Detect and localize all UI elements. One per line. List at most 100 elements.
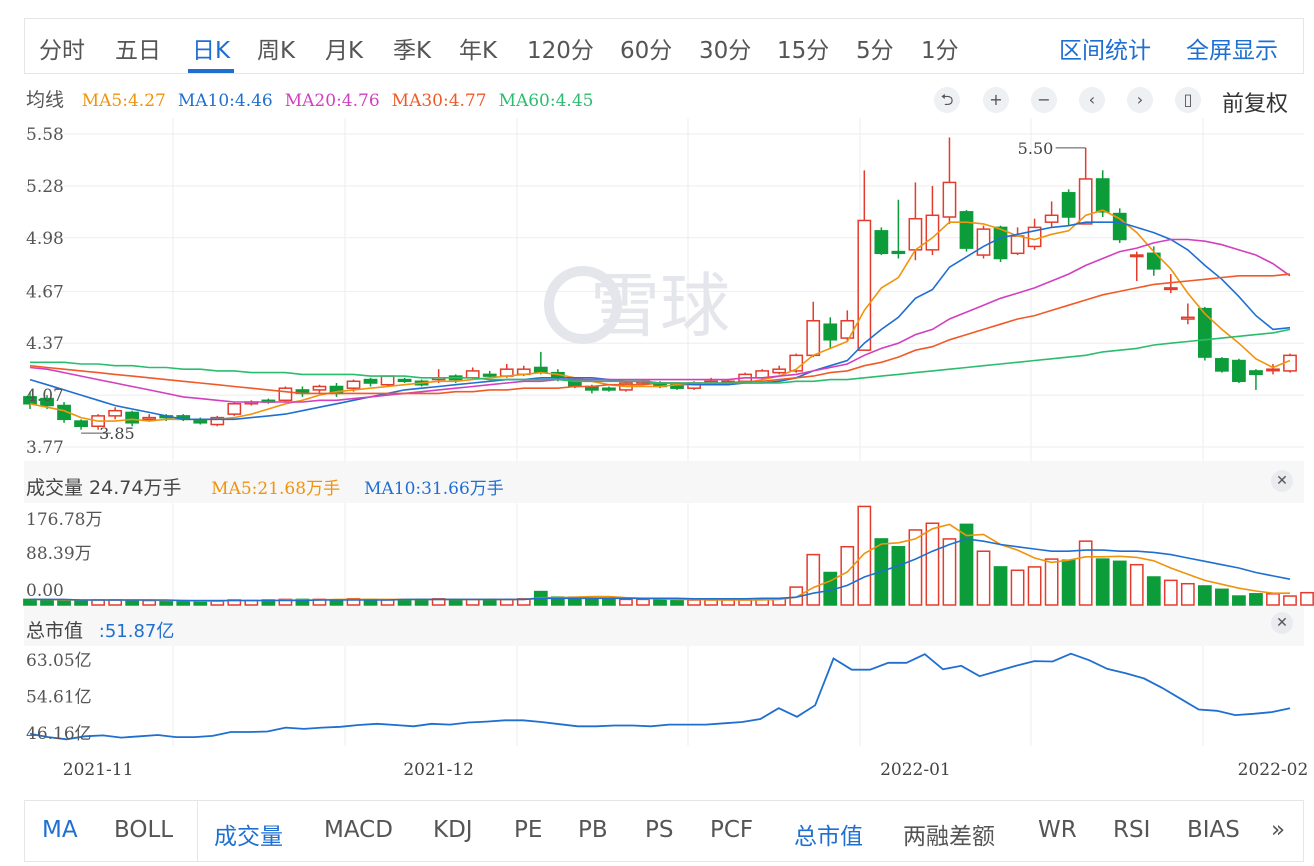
market-cap-axis-tick: 54.61亿: [26, 687, 92, 707]
candle-body: [1095, 178, 1110, 213]
candle-body: [806, 320, 821, 357]
close-market-cap-panel-icon[interactable]: ✕: [1271, 612, 1293, 634]
price-axis-tick: 4.37: [26, 334, 64, 354]
candle-body: [959, 211, 974, 249]
indicator-tab[interactable]: RSI: [1113, 817, 1150, 843]
indicator-tab[interactable]: PS: [645, 817, 673, 843]
candle-body: [397, 378, 412, 383]
indicator-tab[interactable]: PB: [578, 817, 608, 843]
more-indicators-icon[interactable]: »: [1271, 817, 1285, 843]
volume-bar: [1129, 563, 1144, 606]
volume-bar: [1095, 558, 1110, 606]
candle-body: [874, 230, 889, 255]
indicator-tab[interactable]: WR: [1038, 817, 1077, 843]
volume-axis-tick: 176.78万: [26, 510, 102, 530]
extreme-marker-label: 5.50: [1018, 139, 1054, 158]
candle-body: [993, 226, 1008, 260]
volume-bar: [482, 598, 497, 606]
candle-body: [346, 380, 361, 389]
volume-bar: [976, 550, 991, 606]
candle-body: [602, 387, 616, 391]
indicator-tab[interactable]: MACD: [324, 817, 393, 843]
candle-body: [465, 370, 480, 379]
candle-body: [1180, 316, 1195, 320]
volume-bar: [74, 599, 88, 606]
market-cap-line: [29, 652, 1291, 741]
volume-bar: [687, 599, 701, 606]
volume-bar: [142, 599, 157, 606]
candle-body: [942, 181, 957, 218]
candle-body: [908, 217, 923, 251]
stock-chart[interactable]: 雪球 5.58 5.28 4.98 4.67 4.37 4.07 3.77 5.50 3.85 2…: [0, 0, 1314, 866]
volume-axis-tick: 0.00: [26, 581, 64, 601]
volume-legend-item: MA10:31.66万手: [364, 479, 504, 499]
volume-bar: [125, 599, 140, 606]
candle-body: [976, 228, 991, 256]
candle-body: [1010, 235, 1025, 255]
volume-bar: [1300, 591, 1314, 606]
indicator-tab[interactable]: PCF: [710, 817, 753, 843]
candle-body: [74, 420, 88, 427]
close-volume-panel-icon[interactable]: ✕: [1271, 470, 1293, 492]
volume-legend-title: 成交量 24.74万手: [26, 477, 182, 499]
candle-body: [1249, 370, 1263, 376]
indicator-tab[interactable]: BIAS: [1187, 817, 1240, 843]
indicator-tab[interactable]: 成交量: [214, 817, 283, 851]
indicator-tab[interactable]: 两融差额: [903, 817, 995, 851]
volume-bar: [670, 599, 684, 606]
volume-bar: [176, 600, 191, 606]
indicator-divider: [197, 801, 198, 861]
candle-body: [772, 368, 787, 374]
volume-bar: [585, 597, 599, 606]
volume-bar: [1146, 576, 1161, 606]
volume-bar: [653, 598, 667, 606]
candle-body: [108, 409, 123, 417]
candle-body: [1078, 178, 1093, 225]
volume-bar: [840, 546, 855, 606]
market-cap-axis-tick: 63.05亿: [26, 651, 92, 671]
market-cap-legend-value: :51.87亿: [98, 621, 175, 642]
volume-bar: [636, 598, 650, 606]
volume-bar: [1197, 585, 1212, 606]
market-cap-axis-tick: 46.16亿: [26, 724, 92, 744]
price-axis-tick: 4.07: [26, 386, 64, 406]
volume-bar: [959, 523, 974, 606]
candle-body: [840, 320, 855, 339]
volume-bar: [1266, 593, 1280, 606]
extreme-marker-label: 3.85: [99, 424, 135, 443]
candle-body: [142, 416, 157, 421]
price-axis-tick: 3.77: [26, 438, 64, 458]
indicator-tab[interactable]: PE: [514, 817, 542, 843]
date-axis-tick: 2021-12: [403, 760, 474, 780]
candle-body: [1197, 307, 1212, 358]
volume-bar: [1010, 569, 1025, 606]
volume-bar: [925, 522, 940, 606]
volume-bar: [499, 598, 514, 606]
candle-body: [1215, 358, 1229, 372]
candle-body: [1129, 254, 1144, 258]
volume-bar: [1249, 593, 1263, 606]
indicator-tab[interactable]: 总市值: [794, 817, 863, 851]
volume-legend: 成交量 24.74万手 MA5:21.68万手 MA10:31.66万手: [26, 473, 504, 500]
volume-bar: [1044, 558, 1059, 606]
market-cap-legend-title: 总市值: [26, 620, 84, 642]
candle-body: [1044, 214, 1059, 223]
indicator-tab[interactable]: BOLL: [114, 817, 173, 843]
volume-bar: [1215, 588, 1229, 606]
xueqiu-watermark: 雪球: [590, 265, 730, 347]
volume-bar: [1112, 560, 1127, 606]
price-axis-tick: 5.28: [26, 177, 64, 197]
volume-bar: [857, 505, 872, 606]
volume-bar: [1283, 595, 1297, 606]
volume-bar: [1163, 579, 1178, 606]
candle-body: [925, 214, 940, 251]
indicator-tab[interactable]: MA: [42, 817, 78, 843]
volume-bar: [159, 600, 174, 606]
date-axis-tick: 2022-01: [880, 760, 951, 780]
market-cap-legend: 总市值 :51.87亿: [26, 616, 174, 643]
candle-body: [1061, 192, 1076, 218]
volume-bar: [619, 598, 633, 606]
indicator-tab[interactable]: KDJ: [433, 817, 473, 843]
candle-body: [482, 373, 497, 377]
volume-bar: [806, 553, 821, 606]
